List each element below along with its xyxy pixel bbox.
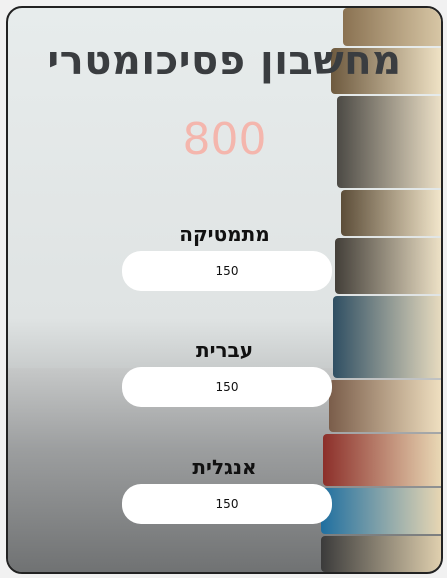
total-score: 800 [182,114,267,165]
hebrew-label: עברית [195,338,254,362]
math-score-input[interactable] [122,251,332,291]
english-score-input[interactable] [122,484,332,524]
math-label: מתמטיקה [179,222,270,246]
english-label: אנגלית [192,455,257,479]
hebrew-score-input[interactable] [122,367,332,407]
books-stack-image [321,8,441,572]
page-title: מחשבון פסיכומטרי [47,38,402,84]
calculator-card: מחשבון פסיכומטרי 800 מתמטיקה עברית אנגלי… [6,6,443,574]
